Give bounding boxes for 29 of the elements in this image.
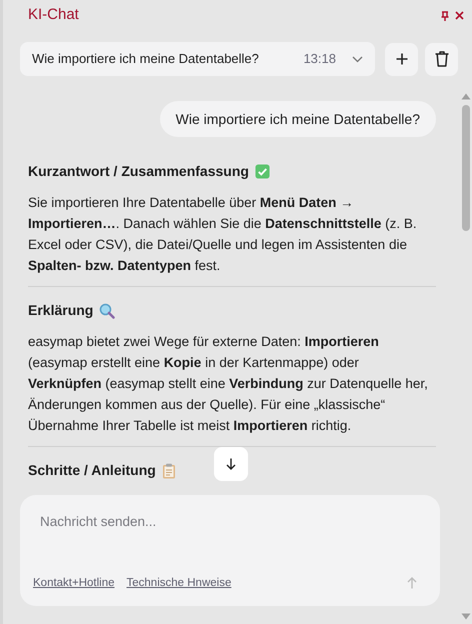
footer-link[interactable]: Technische Hnweise bbox=[126, 574, 232, 592]
scroll-to-bottom-button[interactable] bbox=[214, 447, 248, 481]
chevron-down-icon bbox=[352, 56, 363, 62]
scroll-thumb[interactable] bbox=[462, 105, 470, 231]
answer-paragraph: Sie importieren Ihre Datentabelle über Menü Daten → Importieren…. Danach wählen Sie die Datenschnittstelle (z. B. Excel oder CSV), die Datei/Quelle und legen im Assistenten die Spalten- bzw. Datentypen fest. bbox=[28, 194, 418, 275]
answer-paragraph: easymap bietet zwei Wege für externe Daten: Importieren (easymap erstellt eine Kopie in der Kartenmappe) oder Verknüpfen (easymap stellt eine Verbindung zur Datenquelle her, Änderungen kommen aus der Quelle). Für eine „klassische“ Übernahme Ihrer Tabelle ist meist Importieren richtig. bbox=[28, 333, 429, 435]
section-heading: Erklärung bbox=[28, 301, 94, 320]
scroll-down-icon[interactable] bbox=[461, 613, 471, 620]
send-arrow-icon[interactable] bbox=[407, 577, 417, 590]
footer-link[interactable]: Kontakt+Hotline bbox=[33, 574, 115, 592]
check-icon bbox=[254, 164, 270, 179]
message-field[interactable]: Nachricht senden... bbox=[33, 512, 427, 532]
trash-icon bbox=[434, 51, 448, 67]
conversation-title: Wie importiere ich meine Datentabelle? bbox=[32, 50, 260, 68]
scroll-up-icon[interactable] bbox=[461, 93, 471, 100]
user-message: Wie importiere ich meine Datentabelle? bbox=[160, 101, 436, 137]
conversation-time: 13:18 bbox=[303, 50, 336, 68]
close-icon[interactable] bbox=[455, 11, 464, 20]
clipboard-icon bbox=[162, 462, 176, 478]
magnifier-icon bbox=[99, 302, 116, 318]
delete-button[interactable] bbox=[425, 42, 458, 76]
window-title: KI-Chat bbox=[28, 5, 79, 26]
section-heading: Schritte / Anleitung bbox=[28, 461, 156, 480]
plus-icon bbox=[396, 53, 408, 65]
section-heading: Kurzantwort / Zusammenfassung bbox=[28, 162, 249, 181]
conversation-dropdown[interactable]: Wie importiere ich meine Datentabelle? 13:18 bbox=[20, 42, 375, 76]
arrow-down-icon bbox=[226, 458, 236, 470]
pin-icon[interactable] bbox=[441, 10, 449, 20]
new-chat-button[interactable] bbox=[385, 42, 418, 76]
